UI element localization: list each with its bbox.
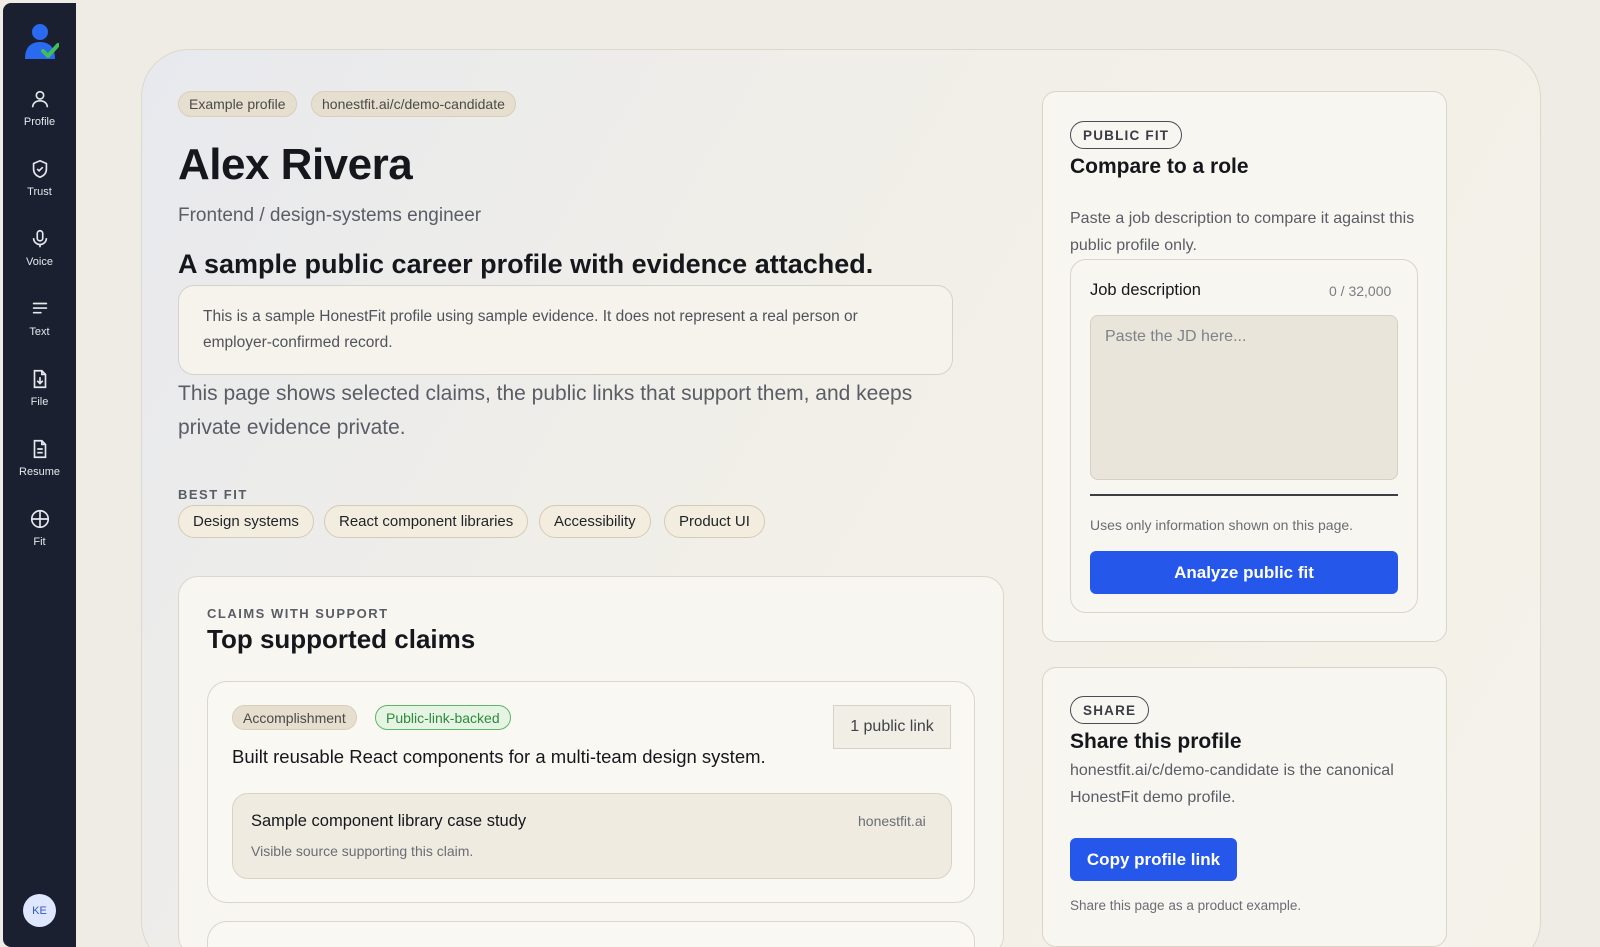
claim-text: Built reusable React components for a mu…: [232, 746, 766, 767]
file-download-icon: [33, 369, 46, 389]
sidebar-item-voice[interactable]: Voice: [3, 228, 76, 290]
sidebar-item-label: Text: [29, 326, 50, 338]
profile-headline: A sample public career profile with evid…: [178, 249, 874, 279]
evidence-title[interactable]: Sample component library case study: [251, 812, 526, 831]
profile-url-badge: honestfit.ai/c/demo-candidate: [311, 91, 516, 117]
text-lines-icon: [32, 302, 47, 314]
best-fit-label: BEST FIT: [178, 487, 248, 502]
claims-title: Top supported claims: [207, 624, 476, 654]
claim-type-badge: Accomplishment: [232, 705, 357, 730]
candidate-name: Alex Rivera: [178, 140, 413, 189]
public-fit-description: Paste a job description to compare it ag…: [1070, 210, 1415, 254]
claim-status-badge: Public-link-backed: [375, 705, 511, 730]
evidence-card[interactable]: [232, 793, 952, 879]
sidebar-item-file[interactable]: File: [3, 368, 76, 430]
sidebar-item-label: Voice: [26, 256, 53, 268]
character-count: 0 / 32,000: [1329, 283, 1392, 299]
share-note: Share this page as a product example.: [1070, 898, 1302, 913]
candidate-role: Frontend / design-systems engineer: [178, 205, 482, 226]
sidebar-item-label: Trust: [27, 186, 52, 198]
public-fit-title: Compare to a role: [1070, 155, 1249, 178]
claims-eyebrow: CLAIMS WITH SUPPORT: [207, 606, 389, 621]
share-eyebrow: SHARE: [1070, 696, 1150, 724]
sidebar-item-label: Profile: [23, 116, 56, 128]
user-check-logo[interactable]: [23, 21, 60, 61]
sidebar: Profile Trust Voice Text File Resume Fit…: [3, 3, 76, 947]
job-description-label: Job description: [1090, 281, 1201, 299]
claim-card: [207, 921, 975, 947]
analyze-public-fit-button[interactable]: Analyze public fit: [1090, 551, 1398, 594]
evidence-domain: honestfit.ai: [858, 813, 926, 829]
evidence-description: Visible source supporting this claim.: [251, 843, 474, 859]
share-description: honestfit.ai/c/demo-candidate is the can…: [1070, 762, 1394, 806]
public-fit-note: Uses only information shown on this page…: [1090, 517, 1354, 533]
avatar[interactable]: KE: [23, 894, 56, 927]
sidebar-item-fit[interactable]: Fit: [3, 508, 76, 570]
microphone-icon: [32, 229, 47, 248]
sidebar-item-profile[interactable]: Profile: [3, 88, 76, 150]
sidebar-item-label: File: [30, 396, 49, 408]
best-fit-chip[interactable]: Design systems: [178, 505, 314, 538]
sidebar-item-label: Fit: [33, 536, 46, 548]
sidebar-item-trust[interactable]: Trust: [3, 158, 76, 220]
best-fit-chip[interactable]: Accessibility: [539, 505, 651, 538]
crosshair-circle-icon: [30, 509, 49, 529]
sidebar-item-label: Resume: [19, 466, 60, 478]
job-description-input[interactable]: [1090, 315, 1398, 480]
share-title: Share this profile: [1070, 730, 1242, 753]
sample-notice: This is a sample HonestFit profile using…: [178, 285, 953, 375]
best-fit-chip[interactable]: Product UI: [664, 505, 765, 538]
user-icon: [31, 90, 48, 108]
shield-check-icon: [32, 159, 47, 179]
profile-intro: This page shows selected claims, the pub…: [178, 382, 913, 439]
public-link-count-button[interactable]: 1 public link: [833, 705, 951, 749]
copy-profile-link-button[interactable]: Copy profile link: [1070, 838, 1237, 881]
document-icon: [33, 439, 46, 459]
example-profile-badge: Example profile: [178, 91, 297, 117]
best-fit-chip[interactable]: React component libraries: [324, 505, 529, 538]
sidebar-item-resume[interactable]: Resume: [3, 438, 76, 500]
sidebar-item-text[interactable]: Text: [3, 298, 76, 360]
divider: [1090, 494, 1398, 496]
public-fit-eyebrow: PUBLIC FIT: [1070, 121, 1183, 149]
